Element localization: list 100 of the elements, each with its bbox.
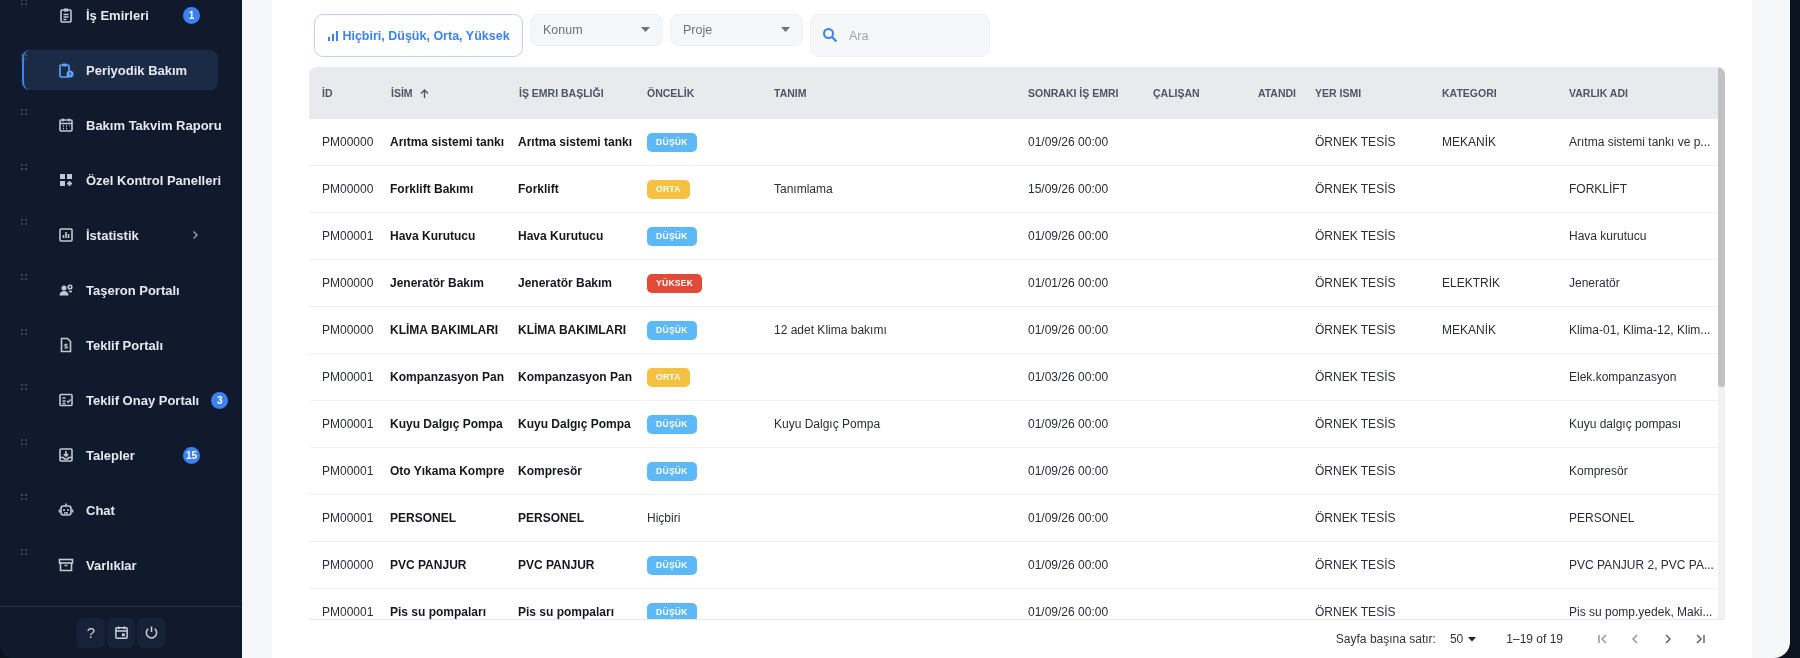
table-cell-text: ÖRNEK TESİS [1314,181,1397,198]
table-cell-text: PVC PANJUR 2, PVC PA... [1568,557,1715,574]
sidebar-item[interactable]: İstatistik [22,215,218,255]
drag-handle-icon [20,438,28,446]
table-cell-text: Tanımlama [773,181,834,198]
table-row[interactable]: PM00001 Kompanzasyon Pan Kompanzasyon Pan ORTA 01/03/26 00:00 ÖRNEK TESİS Elek.kompanzasyon [309,354,1718,401]
table-cell-text: ÖRNEK TESİS [1314,275,1397,292]
calendar-button[interactable] [107,617,135,648]
search-icon [822,27,838,43]
column-header[interactable]: KATEGORI [1429,67,1556,119]
table-cell-text: Kuyu Dalgıç Pompa [389,416,504,433]
sidebar-item[interactable]: Chat [22,490,218,530]
inbox-download-icon [58,447,74,463]
priority-tag: DÜŞÜK [647,226,697,246]
table-cell-text: 01/09/26 00:00 [1027,322,1110,339]
table-cell-text: 01/09/26 00:00 [1027,510,1110,527]
table-cell-text: 01/09/26 00:00 [1027,557,1110,574]
table-cell-text: PM00001 [321,510,375,527]
table-row[interactable]: PM00001 Oto Yıkama Kompre Kompresör DÜŞÜK 01/09/26 00:00 ÖRNEK TESİS Kompresör [309,448,1718,495]
column-header[interactable]: YER ISMI [1302,67,1429,119]
column-header[interactable]: İSİM [378,67,506,119]
power-button[interactable] [137,617,165,648]
table-cell-text: ÖRNEK TESİS [1314,134,1397,151]
table-row[interactable]: PM00000 Arıtma sistemi tankı Arıtma sistemi tankı DÜŞÜK 01/09/26 00:00 ÖRNEK TESİS MEKANİK Arıtma sistemi tankı ve p... [309,119,1718,166]
column-header[interactable]: SONRAKI İŞ EMRI [1015,67,1140,119]
drag-handle-icon [20,163,28,171]
sidebar-item[interactable]: Periyodik Bakım [22,50,218,90]
caret-icon [781,27,790,33]
drag-handle-icon [20,273,28,281]
last-page-icon [1693,632,1708,646]
column-header[interactable]: İD [309,67,378,119]
robot-icon [58,502,74,518]
table-cell-text: PERSONEL [389,510,457,527]
count-badge: 15 [182,446,200,464]
priority-tag: DÜŞÜK [647,461,697,481]
table-cell-text: Kompresör [517,463,583,480]
table-cell-text: 01/09/26 00:00 [1027,604,1110,619]
drag-handle-icon [20,328,28,336]
table-cell-text: Jeneratör [1568,275,1621,292]
table-cell-text: PM00000 [321,557,375,574]
column-header[interactable]: ATANDI [1235,67,1302,119]
page-range: 1–19 of 19 [1506,632,1563,646]
table-cell-text: Kompanzasyon Pan [517,369,634,386]
people-icon [58,282,74,298]
table-cell-text: PERSONEL [1568,510,1636,527]
rows-per-page-label: Sayfa başına satır: [1335,632,1436,646]
table-cell-text: PM00001 [321,228,375,245]
table-row[interactable]: PM00001 Kuyu Dalgıç Pompa Kuyu Dalgıç Pompa DÜŞÜK Kuyu Dalgıç Pompa 01/09/26 00:00 ÖRNEK TESİS Kuyu dalgıç pompası [309,401,1718,448]
table-cell-text: Kuyu Dalgıç Pompa [517,416,632,433]
priority-filter-button[interactable]: Hiçbiri, Düşük, Orta, Yüksek [314,14,523,57]
calendar-icon [113,625,129,640]
priority-tag: DÜŞÜK [647,132,697,152]
rows-per-page-select[interactable]: 50 [1449,632,1477,646]
sidebar-item[interactable]: Özel Kontrol Panelleri [22,160,240,200]
help-button[interactable]: ? [77,617,105,648]
priority-tag: DÜŞÜK [647,414,697,434]
table-cell-text: ÖRNEK TESİS [1314,416,1397,433]
table-cell-text: PM00001 [321,604,375,619]
column-header[interactable]: ÖNCELİK [634,67,761,119]
table-cell-text: Pis su pomp.yedek, Maki... [1568,604,1714,619]
sidebar-item[interactable]: Talepler 15 [22,435,218,475]
table-row[interactable]: PM00000 PVC PANJUR PVC PANJUR DÜŞÜK 01/09/26 00:00 ÖRNEK TESİS PVC PANJUR 2, PVC PA... [309,542,1718,589]
table-cell-text: Klima-01, Klima-12, Klim... [1568,322,1712,339]
table-cell-text: ÖRNEK TESİS [1314,228,1397,245]
table-cell-text: Hava kurutucu [1568,228,1648,245]
dashboard-icon [58,172,74,188]
table-row[interactable]: PM00000 Forklift Bakımı Forklift ORTA Tanımlama 15/09/26 00:00 ÖRNEK TESİS FORKLİFT [309,166,1718,213]
table-cell-text: Arıtma sistemi tankı [517,134,634,151]
sidebar-item[interactable]: Varlıklar [22,545,218,585]
column-header[interactable]: İŞ EMRI BAŞLIĞI [506,67,634,119]
column-header[interactable]: ÇALIŞAN [1140,67,1235,119]
scrollbar[interactable] [1718,67,1725,619]
project-select[interactable]: Proje [670,14,803,46]
table-cell-text: Kompanzasyon Pan [389,369,506,386]
sidebar-item[interactable]: Teklif Portalı [22,325,218,365]
table-cell-text: Pis su pompaları [517,604,616,619]
column-header[interactable]: VARLIK ADI [1556,67,1717,119]
table-row[interactable]: PM00001 Hava Kurutucu Hava Kurutucu DÜŞÜK 01/09/26 00:00 ÖRNEK TESİS Hava kurutucu [309,213,1718,260]
priority-tag: ORTA [647,179,690,199]
sidebar-item[interactable]: Bakım Takvim Raporu [22,105,240,145]
search-field[interactable]: Ara [810,14,990,57]
table-row[interactable]: PM00000 Jeneratör Bakım Jeneratör Bakım YÜKSEK 01/01/26 00:00 ÖRNEK TESİS ELEKTRİK Jeneratör [309,260,1718,307]
drag-handle-icon [20,53,28,61]
table-cell-text: ÖRNEK TESİS [1314,369,1397,386]
table-row[interactable]: PM00001 PERSONEL PERSONEL Hiçbiri 01/09/26 00:00 ÖRNEK TESİS PERSONEL [309,495,1718,542]
table-cell-text: 15/09/26 00:00 [1027,181,1110,198]
sidebar-item[interactable]: Teklif Onay Portalı 3 [22,380,242,420]
priority-tag: DÜŞÜK [647,555,697,575]
drag-handle-icon [20,0,28,6]
sidebar-item[interactable]: Taşeron Portalı [22,270,218,310]
archive-icon [58,557,74,573]
location-select[interactable]: Konum [530,14,663,46]
column-header[interactable]: TANIM [761,67,1015,119]
power-icon [143,625,159,640]
table-cell-text: 01/03/26 00:00 [1027,369,1110,386]
table-row[interactable]: PM00000 KLİMA BAKIMLARI KLİMA BAKIMLARI DÜŞÜK 12 adet Klima bakımı 01/09/26 00:00 ÖRNEK TESİS MEKANİK Klima-01, Klima-12, Klim... [309,307,1718,354]
table-cell-text: PM00001 [321,463,375,480]
sidebar-item[interactable]: İş Emirleri 1 [22,0,218,35]
table-cell-text: Elek.kompanzasyon [1568,369,1678,386]
table-cell-text: Arıtma sistemi tankı [389,134,506,151]
